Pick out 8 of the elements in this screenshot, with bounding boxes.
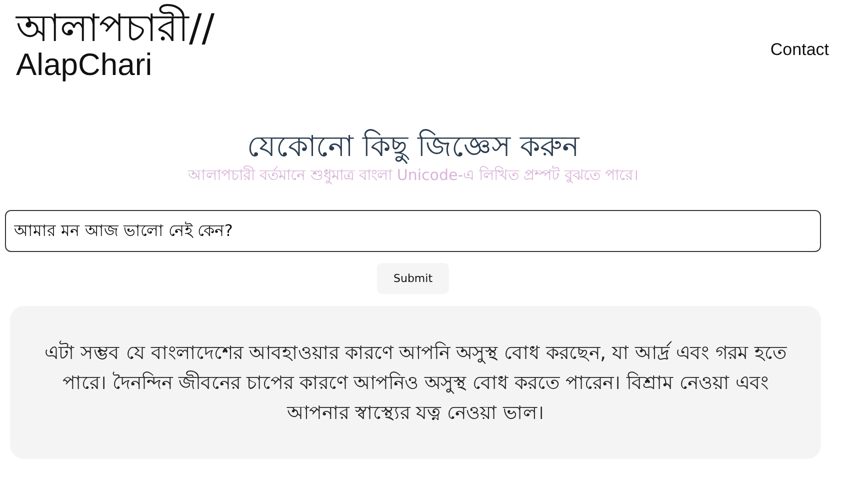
answer-text: এটা সম্ভব যে বাংলাদেশের আবহাওয়ার কারণে আপনি অসুস্থ বোধ করছেন, যা আর্দ্র এবং গরম হতে পারে। দৈনন্দিন জীবনের চাপের কারণে আপনিও অসুস্থ বোধ করতে পারেন। বিশ্রাম নেওয়া এবং আপনার স্বাস্থ্যের যত্ন নেওয়া ভাল। xyxy=(44,340,788,426)
nav-link[interactable]: Contact xyxy=(770,40,829,59)
logo-bengali: আলাপচারী// xyxy=(16,6,215,50)
page-subtitle: আলাপচারী বর্তমানে শুধুমাত্র বাংলা Unicode-এ লিখিত প্রম্পট বুঝতে পারে। xyxy=(186,164,640,186)
page-title: যেকোনো কিছু জিজ্ঞেস করুন xyxy=(246,128,581,166)
question-field[interactable]: আমার মন আজ ভালো নেই কেন? xyxy=(5,210,821,252)
submit-button[interactable]: Submit xyxy=(377,263,449,294)
logo-latin: AlapChari xyxy=(16,48,154,82)
